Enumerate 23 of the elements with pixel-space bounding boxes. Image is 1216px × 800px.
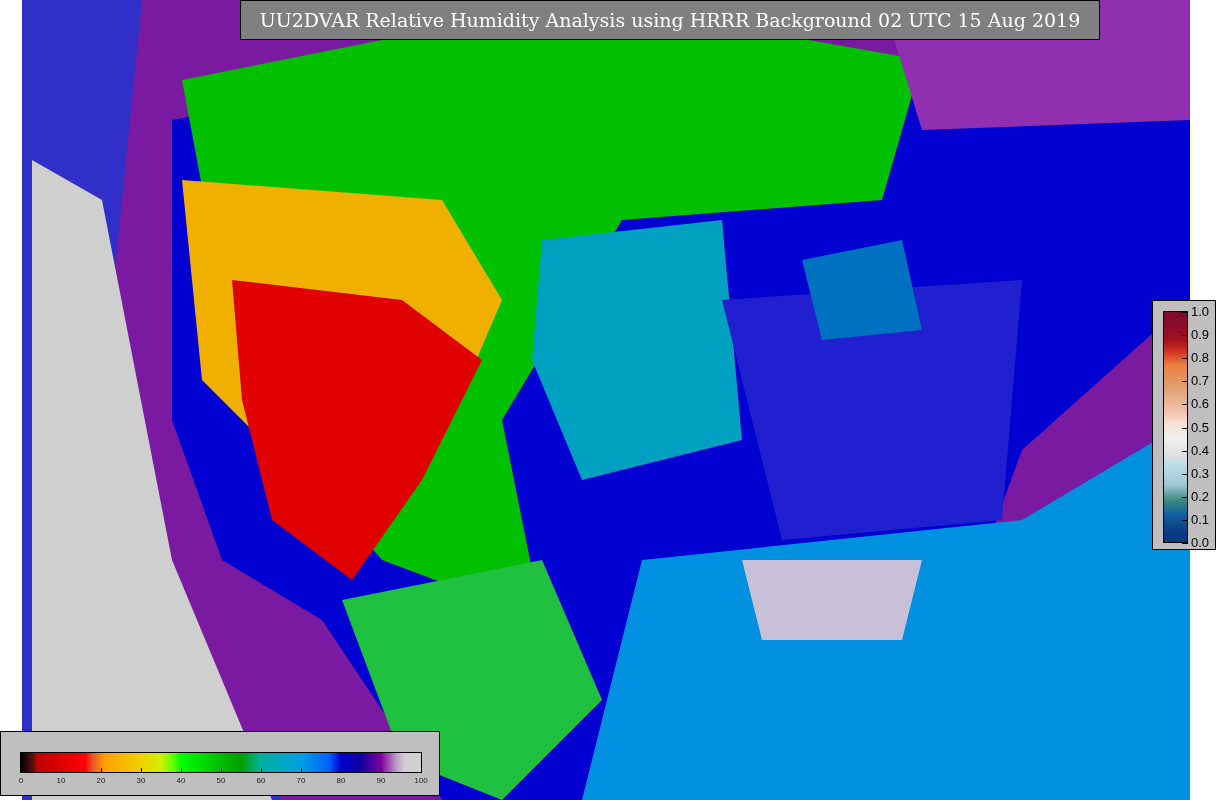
tick-label: 80	[336, 776, 346, 786]
tick-label: 0.7	[1191, 374, 1210, 389]
tick-label: 10	[56, 776, 66, 786]
tick-label: 60	[256, 776, 266, 786]
tick-label: 20	[96, 776, 106, 786]
map-title: UU2DVAR Relative Humidity Analysis using HRRR Background 02 UTC 15 Aug 2019	[240, 0, 1100, 40]
tick-label: 0.0	[1191, 536, 1210, 550]
tick-label: 0.2	[1191, 489, 1210, 504]
tick-label: 50	[216, 776, 226, 786]
tick-label: 0	[18, 776, 24, 786]
tick-label: 90	[376, 776, 386, 786]
tick-label: 0.3	[1191, 466, 1210, 481]
tick-label: 40	[176, 776, 186, 786]
tick-label: 0.5	[1191, 420, 1210, 435]
tick-label: 0.6	[1191, 397, 1210, 412]
tick-label: 70	[296, 776, 306, 786]
tick-label: 100	[414, 776, 428, 786]
tick-label: 1.0	[1191, 305, 1210, 319]
tick-label: 0.1	[1191, 512, 1210, 527]
tick-label: 0.4	[1191, 443, 1210, 458]
tick-label: 30	[136, 776, 146, 786]
tick-label: 0.8	[1191, 351, 1210, 366]
tick-label: 0.9	[1191, 328, 1210, 343]
